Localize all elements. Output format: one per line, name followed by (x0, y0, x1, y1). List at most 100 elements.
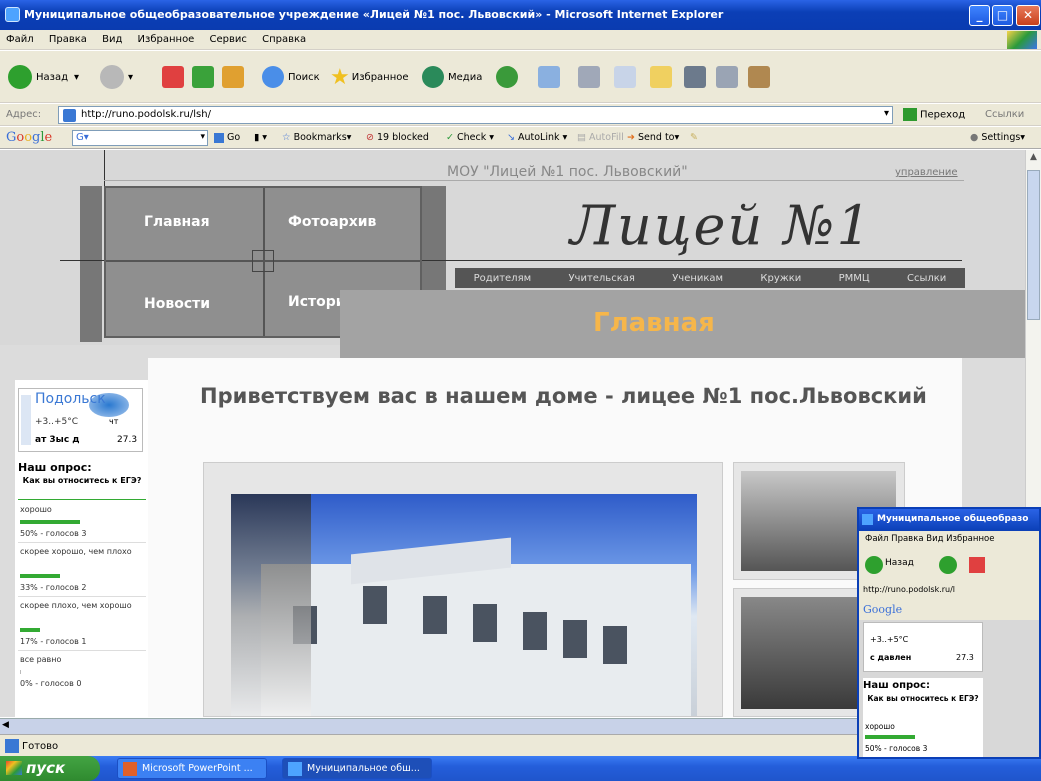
settings-button[interactable]: ● Settings▾ (970, 132, 1025, 143)
weather-day: чт (109, 417, 119, 426)
history-icon (496, 66, 518, 88)
history-button[interactable] (496, 58, 518, 96)
taskbar: пуск Microsoft PowerPoint ... Муниципаль… (0, 756, 1041, 781)
preview-poll-option: хорошо (865, 722, 895, 731)
pagerank-icon[interactable]: ▮ ▾ (254, 132, 267, 143)
links-button[interactable]: Ссылки (985, 109, 1024, 120)
print-button[interactable] (578, 58, 600, 96)
weather-widget[interactable]: Подольск +3..+5°C чт ат 3ыс д 27.3 (18, 388, 143, 452)
address-dropdown-icon[interactable]: ▾ (884, 108, 889, 119)
popup-blocker-button[interactable]: ⊘ 19 blocked (366, 132, 429, 143)
preview-poll-result: 50% - голосов 3 (865, 744, 928, 753)
media-button[interactable]: Медиа (422, 58, 482, 96)
mail-button[interactable] (538, 58, 560, 96)
menu-help[interactable]: Справка (256, 30, 312, 45)
nested-window-preview[interactable]: Муниципальное общеобразо Файл Правка Вид… (857, 507, 1041, 759)
minimize-button[interactable]: _ (969, 5, 990, 26)
admin-link[interactable]: управление (895, 167, 958, 178)
forward-dropdown-icon: ▾ (128, 71, 134, 83)
stop-button[interactable] (162, 58, 184, 96)
scroll-thumb[interactable] (1027, 170, 1040, 320)
bookmarks-button[interactable]: ☆ Bookmarks▾ (282, 132, 351, 143)
poll-option-label[interactable]: скорее плохо, чем хорошо (20, 600, 145, 611)
building-window (421, 594, 449, 636)
poll-option-label[interactable]: скорее хорошо, чем плохо (20, 546, 145, 557)
topnav-clubs[interactable]: Кружки (760, 273, 801, 284)
close-button[interactable]: ✕ (1016, 5, 1040, 26)
google-search-input[interactable]: G▾ ▾ (72, 130, 208, 146)
google-g-button[interactable]: G▾ (76, 132, 89, 143)
preview-google-logo: Google (863, 603, 903, 616)
menu-edit[interactable]: Правка (43, 30, 93, 45)
ie-task-icon (288, 762, 302, 776)
sendto-button[interactable]: ➜ Send to▾ (627, 132, 679, 143)
autolink-button[interactable]: ↘ AutoLink ▾ (507, 132, 567, 143)
topnav-students[interactable]: Ученикам (672, 273, 723, 284)
mail-icon (538, 66, 560, 88)
google-go-label: Go (227, 132, 241, 143)
extension-button[interactable] (748, 58, 770, 96)
edit-button[interactable] (614, 58, 636, 96)
left-ruler (80, 186, 102, 342)
autolink-icon: ↘ (507, 132, 515, 143)
bookmarks-label: Bookmarks▾ (293, 132, 352, 143)
nav-main[interactable]: Главная (144, 214, 210, 230)
favorites-button[interactable]: ★ Избранное (330, 58, 409, 96)
forward-button[interactable]: ▾ (100, 58, 133, 96)
welcome-heading: Приветствуем вас в нашем доме - лицее №1… (200, 384, 927, 408)
topnav-parents[interactable]: Родителям (474, 273, 532, 284)
home-button[interactable] (222, 58, 244, 96)
menu-favorites[interactable]: Избранное (132, 30, 201, 45)
back-button[interactable]: Назад ▾ (8, 58, 79, 96)
messenger-icon (684, 66, 706, 88)
spell-check-button[interactable]: ✓ Check ▾ (446, 132, 494, 143)
menu-tools[interactable]: Сервис (204, 30, 253, 45)
menu-view[interactable]: Вид (96, 30, 128, 45)
task-powerpoint[interactable]: Microsoft PowerPoint ... (117, 758, 267, 779)
building-window (361, 584, 389, 626)
blocked-label: 19 blocked (377, 132, 429, 143)
go-button[interactable]: Переход (903, 108, 965, 121)
task-ie[interactable]: Муниципальное обш... (282, 758, 432, 779)
site-logo: Лицей №1 (570, 194, 873, 257)
research-button[interactable] (716, 58, 738, 96)
poll-option-label[interactable]: все равно (20, 654, 145, 665)
check-icon: ✓ (446, 132, 454, 143)
task-ie-label: Муниципальное обш... (307, 763, 420, 774)
folder-icon (650, 66, 672, 88)
poll-option-result: 17% - голосов 1 (20, 637, 87, 646)
home-icon (222, 66, 244, 88)
refresh-button[interactable] (192, 58, 214, 96)
google-go-button[interactable]: Go (214, 132, 240, 143)
address-input[interactable]: http://runo.podolsk.ru/lsh/ ▾ (58, 106, 893, 124)
poll-option-label[interactable]: хорошо (20, 504, 145, 515)
toolbar: Назад ▾ ▾ Поиск ★ Избранное Медиа (0, 51, 1041, 103)
google-dropdown-icon[interactable]: ▾ (200, 132, 205, 142)
topnav-links[interactable]: Ссылки (907, 273, 946, 284)
nav-photo[interactable]: Фотоархив (288, 214, 376, 230)
autolink-label: AutoLink ▾ (518, 132, 568, 143)
topnav-teachers[interactable]: Учительская (568, 273, 634, 284)
start-button[interactable]: пуск (0, 756, 100, 781)
nav-news[interactable]: Новости (144, 296, 210, 312)
site-title: МОУ "Лицей №1 пос. Львовский" (447, 164, 688, 180)
highlighter-icon[interactable]: ✎ (690, 132, 698, 143)
scroll-up-icon[interactable]: ▲ (1027, 152, 1040, 166)
weather-city: Подольск (35, 391, 106, 407)
window-titlebar: Муниципальное общеобразовательное учрежд… (0, 0, 1041, 30)
autofill-button[interactable]: ▤ AutoFill (577, 132, 624, 143)
nav-center-square (252, 250, 274, 272)
preview-google: Google (859, 600, 1039, 620)
folder-button[interactable] (650, 58, 672, 96)
school-photo[interactable] (231, 494, 697, 716)
scroll-left-icon[interactable]: ◀ (2, 720, 9, 730)
maximize-button[interactable]: □ (992, 5, 1013, 26)
search-button[interactable]: Поиск (262, 58, 320, 96)
topnav-rmmc[interactable]: РММЦ (839, 273, 870, 284)
start-label: пуск (26, 759, 66, 777)
messenger-button[interactable] (684, 58, 706, 96)
top-nav: Родителям Учительская Ученикам Кружки РМ… (455, 268, 965, 288)
settings-icon: ● (970, 132, 979, 143)
menu-file[interactable]: Файл (0, 30, 40, 45)
check-label: Check ▾ (457, 132, 495, 143)
